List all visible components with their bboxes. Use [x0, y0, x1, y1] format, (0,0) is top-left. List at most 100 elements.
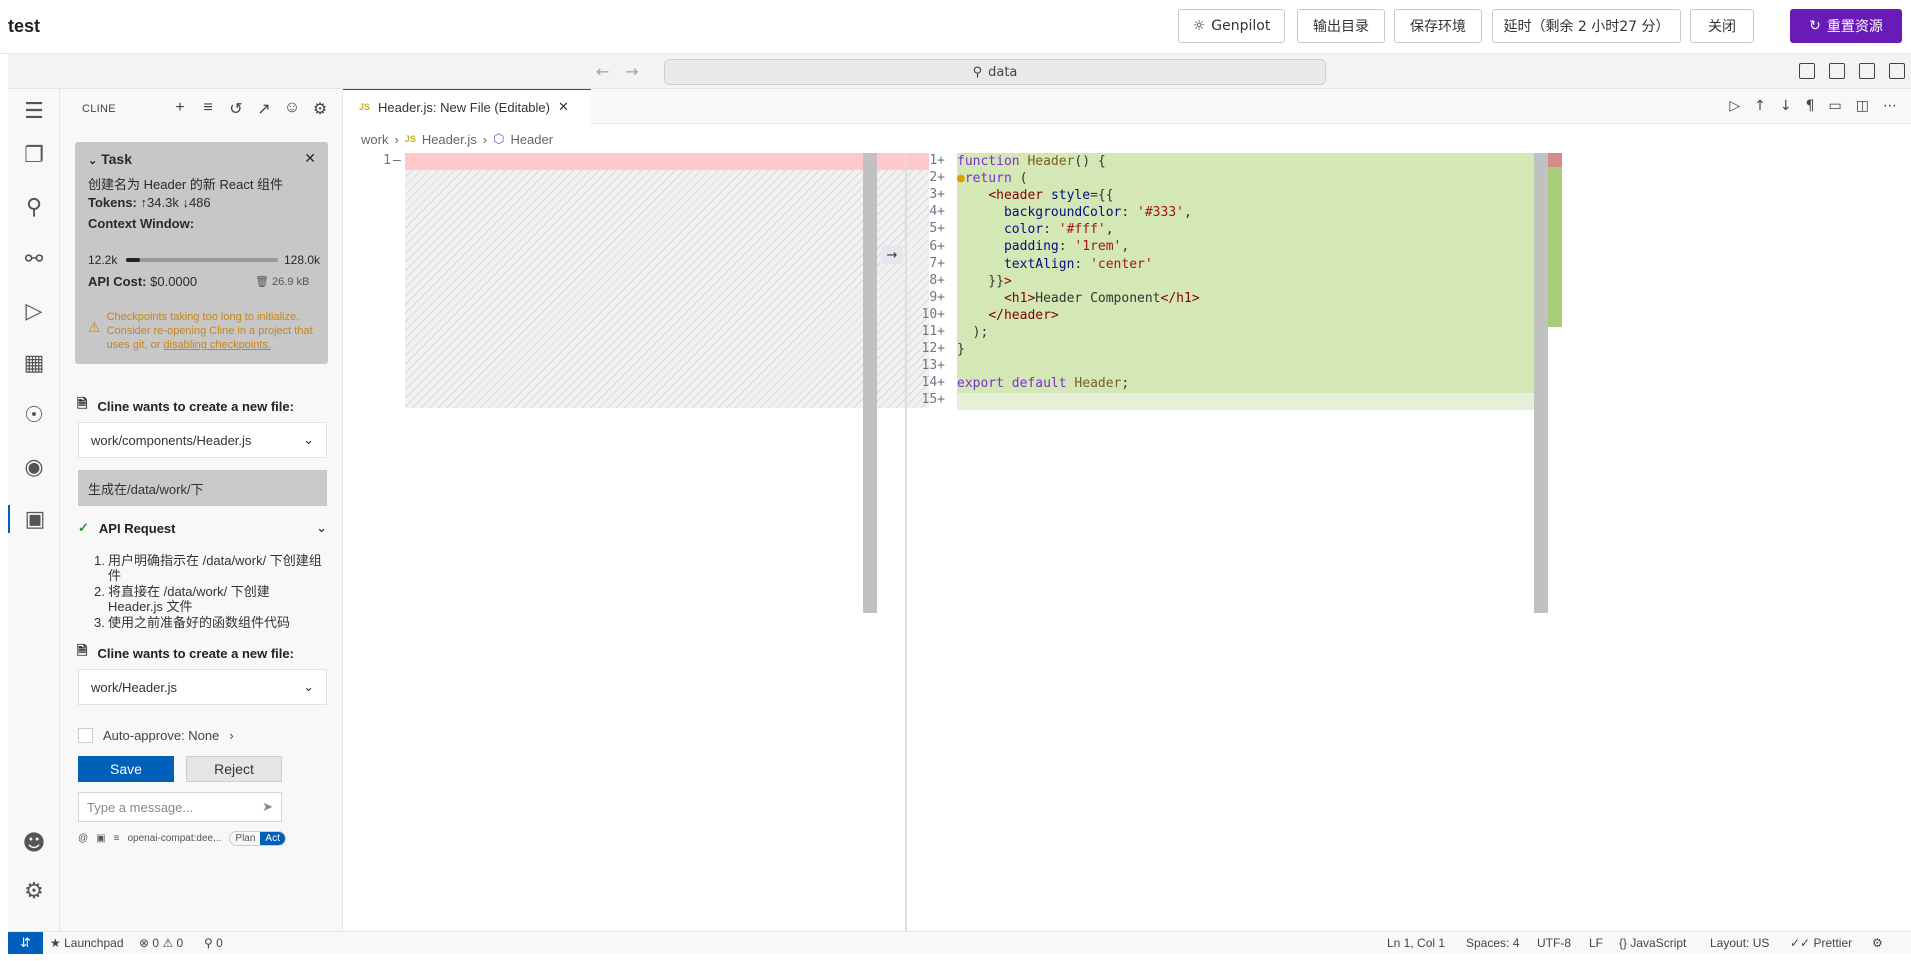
new-task-icon[interactable]: + [171, 99, 189, 119]
history-icon[interactable]: ↺ [227, 99, 245, 119]
launchpad-icon: ★ [50, 936, 61, 950]
reset-resource-button[interactable]: ↻ 重置资源 [1790, 9, 1902, 43]
list-item-text: 将直接在 /data/work/ 下创建 Header.js 文件 [108, 584, 270, 614]
popout-icon[interactable]: ↗ [255, 99, 273, 119]
close-button[interactable]: 关闭 [1690, 9, 1754, 43]
account-icon[interactable]: ☻ [20, 829, 48, 857]
mcp-servers-icon[interactable]: ≡ [199, 99, 217, 119]
api-cost-row: API Cost: $0.0000 [88, 274, 197, 289]
toggle-panel-icon[interactable] [1829, 63, 1845, 79]
message-placeholder: Type a message... [87, 799, 194, 815]
overview-ruler-added [1548, 167, 1562, 327]
breadcrumb-item[interactable]: Header.js [422, 132, 477, 147]
customize-layout-icon[interactable] [1889, 63, 1905, 79]
settings-gear-icon[interactable]: ⚙ [311, 99, 329, 119]
pane-sash[interactable] [905, 153, 907, 931]
plan-option[interactable]: Plan [230, 832, 260, 845]
mcp-icon[interactable]: ≡ [114, 833, 120, 844]
file-path-2[interactable]: work/Header.js ⌄ [78, 669, 327, 705]
extend-time-button[interactable]: 延时（剩余 2 小时27 分） [1492, 9, 1681, 43]
end-of-line[interactable]: LF [1589, 936, 1603, 950]
explorer-icon[interactable]: ❐ [20, 141, 48, 169]
scrollbar[interactable] [863, 153, 877, 613]
model-selector[interactable]: openai-compat:dee... [127, 833, 221, 844]
auto-approve-toggle[interactable]: Auto-approve: None › [78, 728, 234, 743]
output-dir-button[interactable]: 输出目录 [1297, 9, 1385, 43]
toggle-secondary-sidebar-icon[interactable] [1859, 63, 1875, 79]
auto-approve-checkbox[interactable] [78, 728, 93, 743]
launchpad-item[interactable]: ★ Launchpad [50, 936, 124, 950]
notifications-bell-icon[interactable]: ⚙ [1872, 936, 1883, 950]
removed-line [405, 153, 929, 170]
pilcrow-icon[interactable]: ¶ [1806, 98, 1815, 114]
command-center-search[interactable]: ⚲ data [664, 59, 1326, 85]
close-icon[interactable]: ✕ [558, 99, 569, 115]
run-debug-icon[interactable]: ▷ [20, 297, 48, 325]
line-number: 13+ [921, 358, 945, 374]
cursor-position[interactable]: Ln 1, Col 1 [1387, 936, 1445, 950]
revert-arrow-icon[interactable]: → [881, 246, 903, 264]
task-heading[interactable]: ⌄ Task [88, 151, 132, 167]
line-number: 5+ [929, 221, 945, 237]
editor-tabs: JS Header.js: New File (Editable) ✕ ▷ ↑ … [343, 89, 1911, 124]
toggle-primary-sidebar-icon[interactable] [1799, 63, 1815, 79]
line-number: 1 [383, 153, 391, 168]
cline-icon[interactable]: ▣ [8, 505, 60, 533]
save-button[interactable]: Save [78, 756, 174, 782]
forward-arrow-icon[interactable]: → [625, 62, 638, 81]
extensions-icon[interactable]: ▦ [20, 349, 48, 377]
language-mode[interactable]: {} JavaScript [1619, 936, 1686, 950]
context-max: 128.0k [284, 253, 321, 267]
disable-checkpoints-link[interactable]: disabling checkpoints. [163, 339, 271, 351]
back-arrow-icon[interactable]: ← [596, 62, 609, 81]
code-content[interactable]: function Header() { ●return ( <header st… [957, 153, 1200, 392]
tab-label: Header.js: New File (Editable) [378, 99, 550, 115]
breadcrumb-item[interactable]: work [361, 132, 388, 147]
close-icon[interactable]: ✕ [304, 150, 316, 167]
search-icon[interactable]: ⚲ [20, 193, 48, 221]
encoding[interactable]: UTF-8 [1537, 936, 1571, 950]
scrollbar[interactable] [1534, 153, 1548, 613]
act-option[interactable]: Act [260, 832, 285, 845]
keyboard-layout[interactable]: Layout: US [1710, 936, 1769, 950]
git-graph-icon[interactable]: ☉ [20, 401, 48, 429]
open-changes-icon[interactable]: ▭ [1829, 98, 1842, 114]
line-number: 2+ [929, 170, 945, 186]
menu-icon[interactable]: ☰ [20, 97, 48, 125]
plan-act-toggle[interactable]: Plan Act [229, 831, 286, 846]
create-file-title-2: Cline wants to create a new file: [97, 645, 294, 661]
github-icon[interactable]: ◉ [20, 453, 48, 481]
user-message: 生成在/data/work/下 [78, 470, 327, 506]
api-request-header[interactable]: ✓ API Request ⌄ [78, 520, 327, 536]
account-icon[interactable]: ☺ [283, 99, 301, 119]
reject-button[interactable]: Reject [186, 756, 282, 782]
mention-icon[interactable]: @ [78, 833, 88, 844]
breadcrumb-item[interactable]: Header [510, 132, 553, 147]
prettier-item[interactable]: ✓✓ Prettier [1790, 936, 1852, 950]
arrow-down-icon[interactable]: ↓ [1780, 98, 1792, 114]
settings-gear-icon[interactable]: ⚙ [20, 877, 48, 905]
save-env-button[interactable]: 保存环境 [1394, 9, 1482, 43]
send-icon[interactable]: ➤ [262, 799, 273, 815]
indentation[interactable]: Spaces: 4 [1466, 936, 1519, 950]
more-icon[interactable]: ⋯ [1883, 98, 1897, 114]
api-request-list: 1. 用户明确指示在 /data/work/ 下创建组件 2. 将直接在 /data… [78, 553, 327, 631]
message-input[interactable]: Type a message... ➤ [78, 792, 282, 822]
genpilot-button[interactable]: ☼ Genpilot [1178, 9, 1285, 43]
warning-text: Checkpoints taking too long to initializ… [107, 310, 320, 352]
remote-indicator-icon[interactable]: ⇵ [8, 932, 43, 954]
tab-header-js[interactable]: JS Header.js: New File (Editable) ✕ [343, 89, 591, 124]
camera-icon[interactable]: ▣ [96, 833, 105, 844]
trash-icon[interactable]: 🗑 [255, 276, 269, 288]
ports-count: 0 [216, 936, 223, 950]
split-editor-icon[interactable]: ◫ [1856, 98, 1869, 114]
arrow-up-icon[interactable]: ↑ [1754, 98, 1766, 114]
javascript-file-icon: JS [359, 102, 371, 112]
ports-item[interactable]: ⚲ 0 [204, 936, 223, 950]
source-control-icon[interactable]: ⚯ [20, 245, 48, 273]
problems-item[interactable]: ⊗ 0 ⚠ 0 [139, 936, 183, 950]
context-progress-fill [126, 258, 141, 262]
file-path-1[interactable]: work/components/Header.js ⌄ [78, 422, 327, 458]
warning-icon: ⚠ [162, 936, 174, 950]
play-icon[interactable]: ▷ [1729, 98, 1740, 114]
